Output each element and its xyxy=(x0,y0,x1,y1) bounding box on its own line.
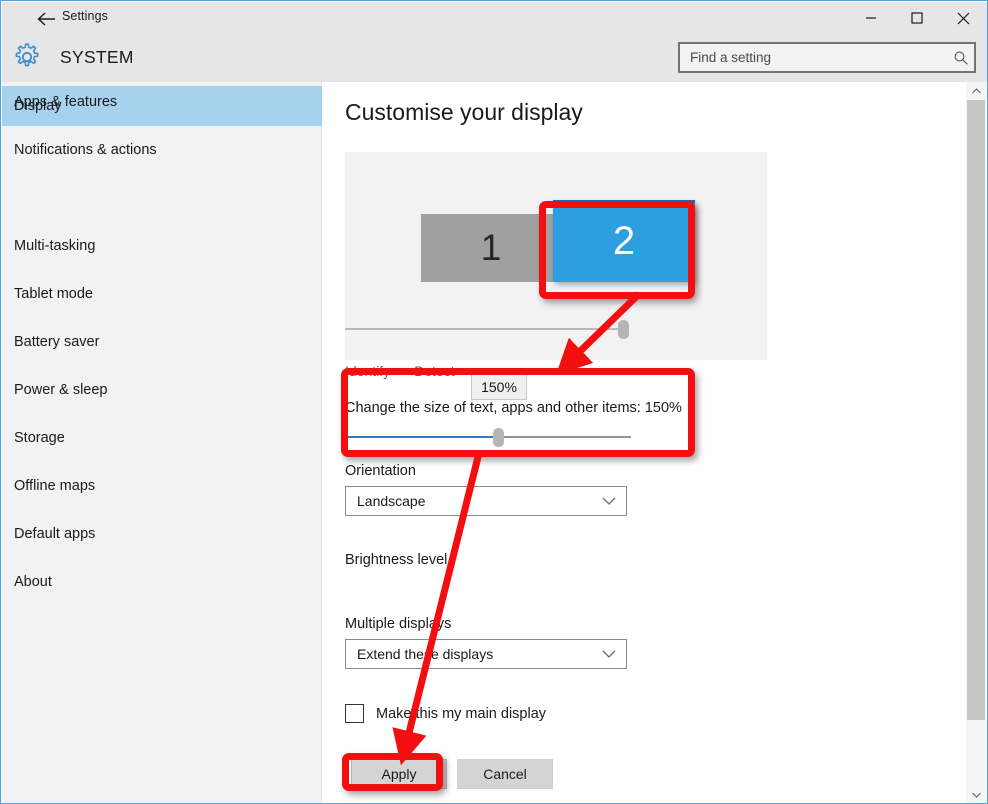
settings-window: Settings SYSTEM Find a setting Display N… xyxy=(0,0,988,804)
main-display-checkbox[interactable] xyxy=(345,704,364,723)
title-bar: Settings SYSTEM xyxy=(2,2,987,82)
sidebar-item-tablet-mode[interactable]: Tablet mode xyxy=(2,274,322,314)
search-input[interactable] xyxy=(680,50,948,65)
close-button[interactable] xyxy=(940,2,986,34)
main-display-checkbox-label: Make this my main display xyxy=(376,705,547,722)
sidebar-item-about[interactable]: About xyxy=(2,562,322,602)
orientation-label: Orientation xyxy=(345,463,416,479)
brightness-label: Brightness level xyxy=(345,552,448,568)
sidebar-item-multi-tasking[interactable]: Multi-tasking xyxy=(2,226,322,266)
scale-label: Change the size of text, apps and other … xyxy=(345,400,682,416)
main-content: Customise your display 1 2 Identify Dete… xyxy=(323,82,967,803)
page-section-title: SYSTEM xyxy=(60,46,134,67)
sidebar-item-label: Storage xyxy=(14,430,65,446)
vertical-scrollbar[interactable] xyxy=(966,82,986,803)
scroll-up-icon[interactable] xyxy=(966,82,986,100)
cancel-button-label: Cancel xyxy=(483,766,527,782)
brightness-slider[interactable] xyxy=(345,319,629,339)
sidebar-item-storage[interactable]: Storage xyxy=(2,418,322,458)
system-header: SYSTEM xyxy=(12,42,134,72)
scroll-down-icon[interactable] xyxy=(966,786,986,803)
app-title: Settings xyxy=(62,9,108,23)
maximize-button[interactable] xyxy=(894,2,940,34)
scale-slider[interactable] xyxy=(345,427,631,447)
sidebar-item-label: Apps & features xyxy=(14,94,118,110)
gear-icon xyxy=(15,43,39,67)
display-action-links: Identify Detect xyxy=(345,363,455,379)
minimize-button[interactable] xyxy=(848,2,894,34)
monitor-number-2: 2 xyxy=(612,218,636,263)
scale-value-tooltip: 150% xyxy=(471,374,527,400)
scale-slider-fill xyxy=(345,436,498,438)
sidebar-item-default-apps[interactable]: Default apps xyxy=(2,514,322,554)
sidebar-item-apps-features[interactable]: Apps & features xyxy=(2,82,322,122)
brightness-slider-track xyxy=(345,328,629,330)
monitor-number-1: 1 xyxy=(480,227,502,268)
sidebar-item-power-sleep[interactable]: Power & sleep xyxy=(2,370,322,410)
back-arrow-icon[interactable] xyxy=(30,6,64,32)
sidebar-item-label: Notifications & actions xyxy=(14,142,157,158)
orientation-value: Landscape xyxy=(357,493,426,509)
monitor-preview-1[interactable]: 1 xyxy=(421,214,561,282)
sidebar-item-label: Default apps xyxy=(14,526,96,542)
sidebar-item-label: About xyxy=(14,574,52,590)
monitor-preview-2[interactable]: 2 xyxy=(553,200,695,282)
identify-link[interactable]: Identify xyxy=(345,363,390,379)
multiple-displays-label: Multiple displays xyxy=(345,616,452,632)
chevron-down-icon xyxy=(602,493,616,509)
sidebar-item-offline-maps[interactable]: Offline maps xyxy=(2,466,322,506)
sidebar-item-label: Offline maps xyxy=(14,478,96,494)
sidebar-item-label: Multi-tasking xyxy=(14,238,96,254)
apply-button[interactable]: Apply xyxy=(351,759,447,789)
multiple-displays-select[interactable]: Extend these displays xyxy=(345,639,627,669)
sidebar-item-label: Tablet mode xyxy=(14,286,93,302)
sidebar-item-label: Power & sleep xyxy=(14,382,108,398)
orientation-select[interactable]: Landscape xyxy=(345,486,627,516)
main-display-checkbox-row[interactable]: Make this my main display xyxy=(345,704,546,723)
page-title: Customise your display xyxy=(345,99,583,125)
sidebar-item-notifications-actions[interactable]: Notifications & actions xyxy=(2,130,322,170)
search-box[interactable] xyxy=(678,42,976,73)
scale-slider-thumb[interactable] xyxy=(493,428,504,447)
sidebar-item-label: Battery saver xyxy=(14,334,100,350)
multiple-displays-value: Extend these displays xyxy=(357,646,494,662)
apply-button-label: Apply xyxy=(381,766,417,782)
search-icon[interactable] xyxy=(948,50,974,66)
sidebar-item-battery-saver[interactable]: Battery saver xyxy=(2,322,322,362)
cancel-button[interactable]: Cancel xyxy=(457,759,553,789)
chevron-down-icon xyxy=(602,646,616,662)
scrollbar-thumb[interactable] xyxy=(967,100,985,720)
scale-slider-track xyxy=(498,436,631,438)
detect-link[interactable]: Detect xyxy=(414,363,454,379)
sidebar-nav: Display Notifications & actions Apps & f… xyxy=(2,82,322,803)
brightness-slider-thumb[interactable] xyxy=(618,320,629,339)
window-controls xyxy=(848,2,986,34)
